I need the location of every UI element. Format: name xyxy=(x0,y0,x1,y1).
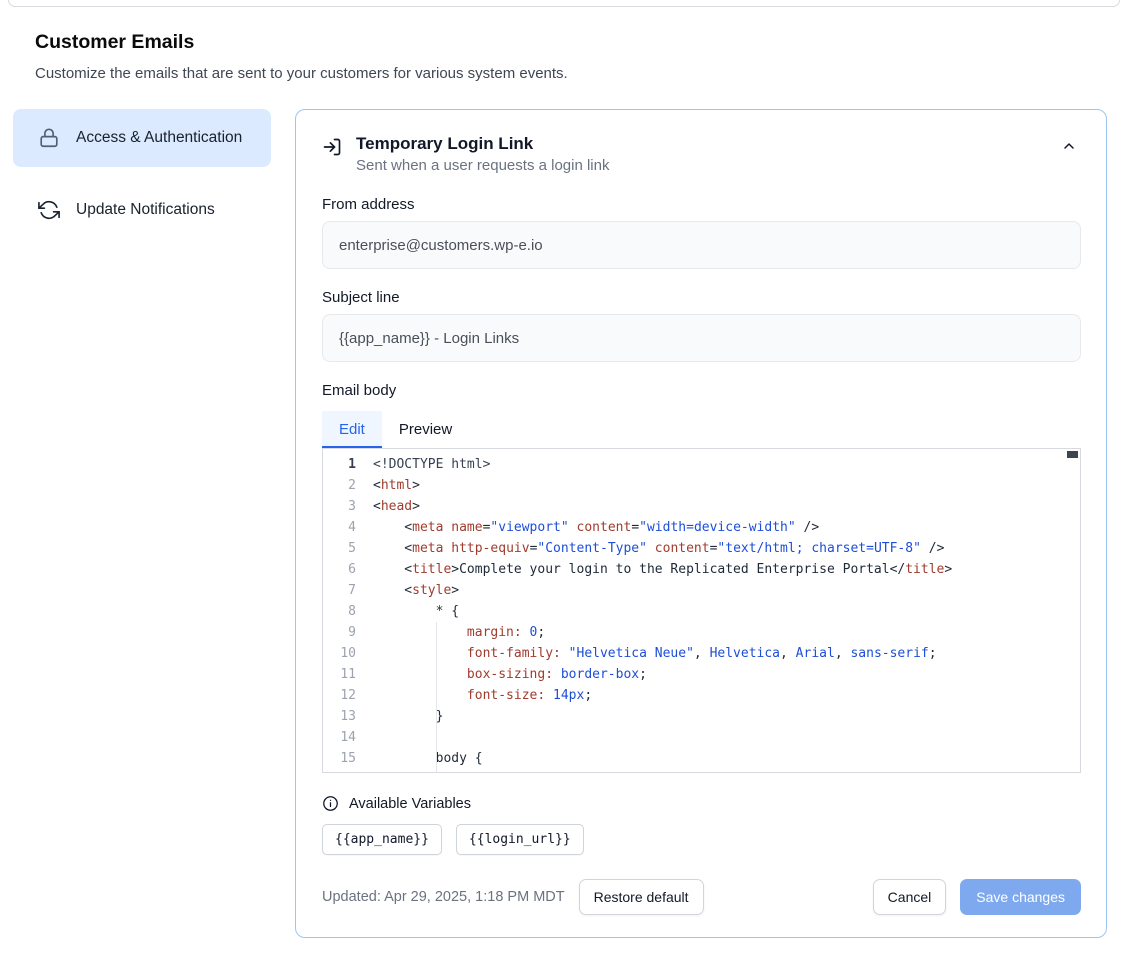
panel-footer: Updated: Apr 29, 2025, 1:18 PM MDT Resto… xyxy=(322,879,1081,915)
tab-preview[interactable]: Preview xyxy=(382,411,469,448)
code-line: background-color: #f9f9f9; xyxy=(373,769,1080,772)
code-line: <html> xyxy=(373,475,1080,496)
sidebar-item-label: Access & Authentication xyxy=(76,126,242,150)
code-line: <!DOCTYPE html> xyxy=(373,454,1080,475)
cancel-button[interactable]: Cancel xyxy=(873,879,947,915)
code-line: box-sizing: border-box; xyxy=(373,664,1080,685)
panel-title: Temporary Login Link xyxy=(356,134,609,154)
code-line: * { xyxy=(373,601,1080,622)
email-body-label: Email body xyxy=(322,382,1081,399)
sidebar: Access & Authentication Update Notificat… xyxy=(13,109,271,239)
refresh-icon xyxy=(38,199,60,221)
code-line: <title>Complete your login to the Replic… xyxy=(373,559,1080,580)
panel-subtitle: Sent when a user requests a login link xyxy=(356,157,609,174)
tab-edit[interactable]: Edit xyxy=(322,411,382,448)
code-line: body { xyxy=(373,748,1080,769)
panel-header-text: Temporary Login Link Sent when a user re… xyxy=(356,134,609,174)
content: Access & Authentication Update Notificat… xyxy=(0,109,1128,938)
editor-gutter: 12345678910111213141516 xyxy=(323,449,369,772)
updated-timestamp: Updated: Apr 29, 2025, 1:18 PM MDT xyxy=(322,889,565,905)
sidebar-item-update-notifications[interactable]: Update Notifications xyxy=(13,181,271,239)
available-variables-row: Available Variables xyxy=(322,795,1081,812)
sidebar-item-access-authentication[interactable]: Access & Authentication xyxy=(13,109,271,167)
lock-icon xyxy=(38,127,60,149)
subject-line-label: Subject line xyxy=(322,289,1081,306)
subject-line-input[interactable] xyxy=(322,314,1081,362)
page-subtitle: Customize the emails that are sent to yo… xyxy=(35,65,1093,82)
variable-chip-app-name[interactable]: {{app_name}} xyxy=(322,824,442,855)
login-icon xyxy=(322,137,342,157)
chevron-up-icon xyxy=(1061,138,1077,157)
panel-header: Temporary Login Link Sent when a user re… xyxy=(322,134,1081,174)
code-line: font-size: 14px; xyxy=(373,685,1080,706)
code-line: font-family: "Helvetica Neue", Helvetica… xyxy=(373,643,1080,664)
code-line: } xyxy=(373,706,1080,727)
from-address-label: From address xyxy=(322,196,1081,213)
code-line: <style> xyxy=(373,580,1080,601)
variable-chip-login-url[interactable]: {{login_url}} xyxy=(456,824,584,855)
code-line: <head> xyxy=(373,496,1080,517)
page-title: Customer Emails xyxy=(35,31,1093,54)
editor-code[interactable]: <!DOCTYPE html><html><head> <meta name="… xyxy=(369,449,1080,772)
editor-tabs: Edit Preview xyxy=(322,411,1081,448)
indent-guide xyxy=(436,622,437,772)
editor-code-lines: <!DOCTYPE html><html><head> <meta name="… xyxy=(373,454,1080,772)
email-template-panel: Temporary Login Link Sent when a user re… xyxy=(295,109,1107,938)
code-editor[interactable]: 12345678910111213141516 <!DOCTYPE html><… xyxy=(322,448,1081,773)
from-address-input[interactable] xyxy=(322,221,1081,269)
info-icon xyxy=(322,795,339,812)
code-line: <meta name="viewport" content="width=dev… xyxy=(373,517,1080,538)
variable-chips: {{app_name}} {{login_url}} xyxy=(322,824,1081,855)
page-header: Customer Emails Customize the emails tha… xyxy=(0,7,1128,82)
available-variables-label: Available Variables xyxy=(349,796,471,812)
sidebar-item-label: Update Notifications xyxy=(76,198,215,222)
code-line: margin: 0; xyxy=(373,622,1080,643)
code-line xyxy=(373,727,1080,748)
top-card-edge xyxy=(8,0,1120,7)
code-line: <meta http-equiv="Content-Type" content=… xyxy=(373,538,1080,559)
restore-default-button[interactable]: Restore default xyxy=(579,879,704,915)
collapse-button[interactable] xyxy=(1057,134,1081,161)
editor-scrollbar-thumb[interactable] xyxy=(1067,451,1078,458)
save-changes-button[interactable]: Save changes xyxy=(960,879,1081,915)
